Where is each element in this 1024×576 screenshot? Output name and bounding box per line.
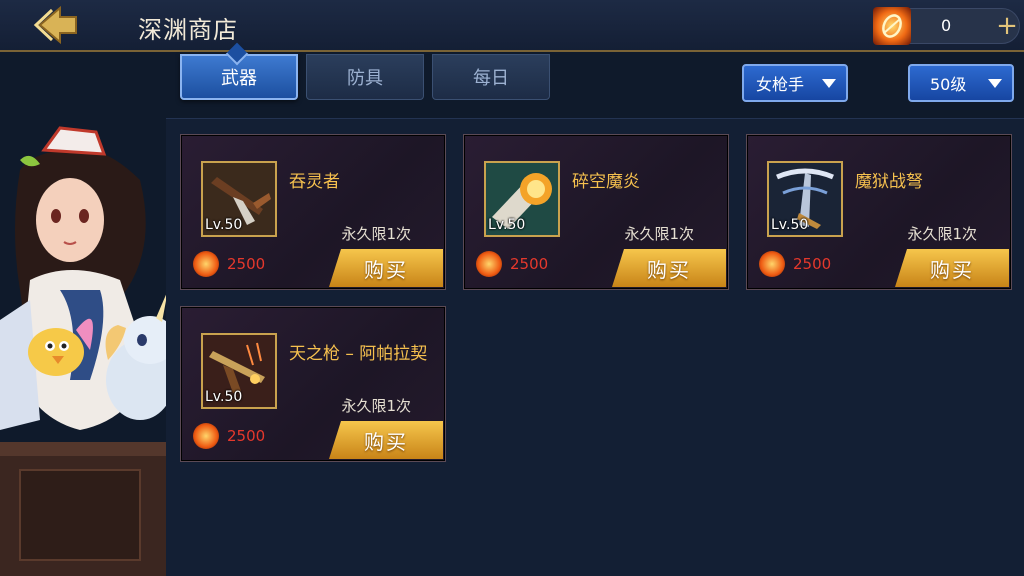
- level-filter-dropdown[interactable]: 50级: [908, 64, 1014, 102]
- item-name: 碎空魔炎: [572, 172, 640, 192]
- purchase-limit: 永久限1次: [341, 225, 411, 243]
- item-price: 2500: [793, 255, 832, 273]
- flame-cannon-icon[interactable]: Lv.50: [484, 161, 560, 237]
- buy-button[interactable]: 购买: [329, 249, 443, 287]
- chevron-down-icon: [988, 79, 1002, 88]
- add-currency-button[interactable]: +: [993, 11, 1021, 41]
- currency-display: 0 +: [873, 7, 1021, 45]
- item-name: 天之枪 – 阿帕拉契: [289, 344, 428, 364]
- top-bar: 深渊商店 0 +: [0, 0, 1024, 52]
- buy-button[interactable]: 购买: [612, 249, 726, 287]
- gun-icon[interactable]: Lv.50: [201, 161, 277, 237]
- item-level: Lv.50: [205, 217, 243, 233]
- abyss-token-icon: [193, 423, 219, 449]
- buy-button[interactable]: 购买: [895, 249, 1009, 287]
- abyss-token-icon: [476, 251, 502, 277]
- item-name: 魔狱战弩: [855, 172, 923, 192]
- item-price: 2500: [227, 427, 266, 445]
- item-name: 吞灵者: [289, 172, 340, 192]
- buy-button[interactable]: 购买: [329, 421, 443, 459]
- level-filter-label: 50级: [930, 75, 967, 94]
- purchase-limit: 永久限1次: [624, 225, 694, 243]
- crossbow-icon[interactable]: Lv.50: [767, 161, 843, 237]
- item-level: Lv.50: [771, 217, 809, 233]
- shop-item-card: Lv.50 天之枪 – 阿帕拉契 永久限1次 2500 购买: [180, 306, 446, 462]
- item-price: 2500: [510, 255, 549, 273]
- class-filter-label: 女枪手: [756, 75, 805, 94]
- page-title: 深渊商店: [138, 16, 238, 44]
- currency-amount: 0: [941, 16, 952, 35]
- shop-item-card: Lv.50 碎空魔炎 永久限1次 2500 购买: [463, 134, 729, 290]
- item-level: Lv.50: [205, 389, 243, 405]
- tab-daily[interactable]: 每日: [432, 54, 550, 100]
- item-level: Lv.50: [488, 217, 526, 233]
- shop-item-card: Lv.50 魔狱战弩 永久限1次 2500 购买: [746, 134, 1012, 290]
- shop-item-card: Lv.50 吞灵者 永久限1次 2500 购买: [180, 134, 446, 290]
- rifle-icon[interactable]: Lv.50: [201, 333, 277, 409]
- back-arrow-icon[interactable]: [30, 4, 84, 46]
- chevron-down-icon: [822, 79, 836, 88]
- abyss-token-icon: [873, 7, 911, 45]
- item-price: 2500: [227, 255, 266, 273]
- abyss-token-icon: [193, 251, 219, 277]
- purchase-limit: 永久限1次: [907, 225, 977, 243]
- class-filter-dropdown[interactable]: 女枪手: [742, 64, 848, 102]
- abyss-token-icon: [759, 251, 785, 277]
- tab-armor[interactable]: 防具: [306, 54, 424, 100]
- purchase-limit: 永久限1次: [341, 397, 411, 415]
